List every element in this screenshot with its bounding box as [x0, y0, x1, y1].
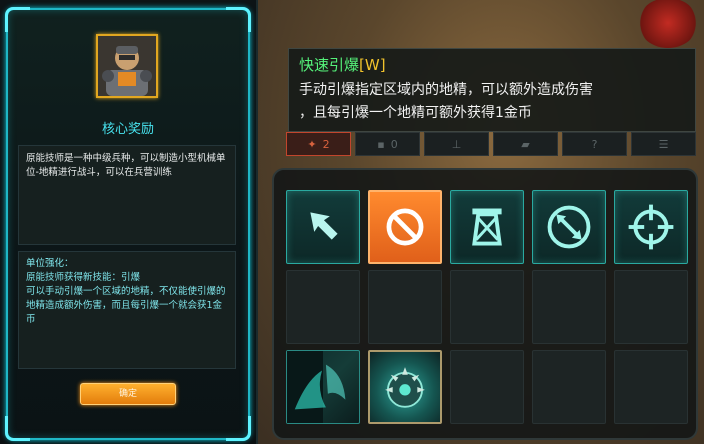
target-icon	[628, 204, 674, 250]
command-panel	[272, 168, 698, 440]
empty-slot	[532, 270, 606, 344]
reward-title: 核心奖励	[101, 122, 154, 137]
ability-art-icon	[287, 351, 346, 423]
confirm-button[interactable]: 确定	[80, 383, 176, 405]
hold-command-button[interactable]	[450, 190, 524, 264]
technician-portrait-icon	[98, 36, 156, 96]
tab-units[interactable]: ✦ 2	[286, 132, 351, 156]
skill-tooltip: 快速引爆[W] 手动引爆指定区域内的地精，可以额外造成伤害 ，且每引爆一个地精可…	[288, 48, 696, 132]
stop-command-button[interactable]	[368, 190, 442, 264]
tab-label: 2	[322, 137, 330, 151]
count-icon: ▪	[377, 137, 385, 151]
command-tabs: ✦ 2 ▪ 0 ⊥ ▰ ? ☰	[286, 132, 696, 156]
empty-slot	[450, 350, 524, 424]
spiked-mine-icon	[385, 367, 425, 408]
reward-panel: 核心奖励 原能技师是一种中级兵种，可以制造小型机械单位-地精进行战斗，可以在兵营…	[0, 0, 258, 444]
unit-upgrade-info: 单位强化： 原能技师获得新技能：引爆 可以手动引爆一个区域的地精，不仅能使引爆的…	[18, 251, 236, 369]
frame-corner	[226, 416, 251, 441]
list-icon: ☰	[658, 137, 669, 151]
unit-icon: ✦	[307, 137, 317, 151]
frame-corner	[5, 7, 30, 32]
empty-slot	[286, 270, 360, 344]
move-arrow-icon	[310, 212, 338, 240]
patrol-icon	[547, 205, 591, 249]
ability-card-button[interactable]	[286, 350, 360, 424]
tab-help[interactable]: ?	[562, 132, 627, 156]
patrol-command-button[interactable]	[532, 190, 606, 264]
building-icon: ⊥	[451, 137, 462, 151]
empty-slot	[614, 350, 688, 424]
tooltip-description: ，且每引爆一个地精可额外获得1金币	[299, 105, 532, 121]
empty-slot	[614, 270, 688, 344]
tooltip-title: 快速引爆[W]	[299, 54, 685, 78]
detonate-skill-button[interactable]	[368, 350, 442, 424]
upgrade-line: 可以手动引爆一个区域的地精，不仅能使引爆的地精造成额外伤害，而且每引爆一个就会获…	[26, 286, 226, 325]
tab-buildings[interactable]: ⊥	[424, 132, 489, 156]
empty-slot	[532, 350, 606, 424]
skill-name: 快速引爆	[299, 56, 360, 74]
tower-icon	[472, 208, 502, 246]
skill-hotkey: [W]	[359, 56, 386, 74]
tooltip-description: 手动引爆指定区域内的地精，可以额外造成伤害	[299, 82, 593, 98]
upgrade-line: 原能技师获得新技能：引爆	[26, 272, 141, 283]
frame-corner	[5, 416, 30, 441]
stop-icon	[386, 208, 424, 246]
tab-count[interactable]: ▪ 0	[355, 132, 420, 156]
unit-portrait	[96, 34, 158, 98]
frame-corner	[226, 7, 251, 32]
tab-flags[interactable]: ▰	[493, 132, 558, 156]
move-command-button[interactable]	[286, 190, 360, 264]
tab-list[interactable]: ☰	[631, 132, 696, 156]
empty-slot	[368, 270, 442, 344]
upgrade-heading: 单位强化：	[26, 258, 74, 269]
unit-description: 原能技师是一种中级兵种，可以制造小型机械单位-地精进行战斗，可以在兵营训练	[18, 145, 236, 245]
empty-slot	[450, 270, 524, 344]
help-icon: ?	[591, 137, 598, 151]
tab-label: 0	[390, 137, 398, 151]
attack-command-button[interactable]	[614, 190, 688, 264]
flag-icon: ▰	[521, 137, 530, 151]
enemy-unit-icon[interactable]	[638, 0, 698, 48]
unit-description-text: 原能技师是一种中级兵种，可以制造小型机械单位-地精进行战斗，可以在兵营训练	[26, 153, 226, 178]
